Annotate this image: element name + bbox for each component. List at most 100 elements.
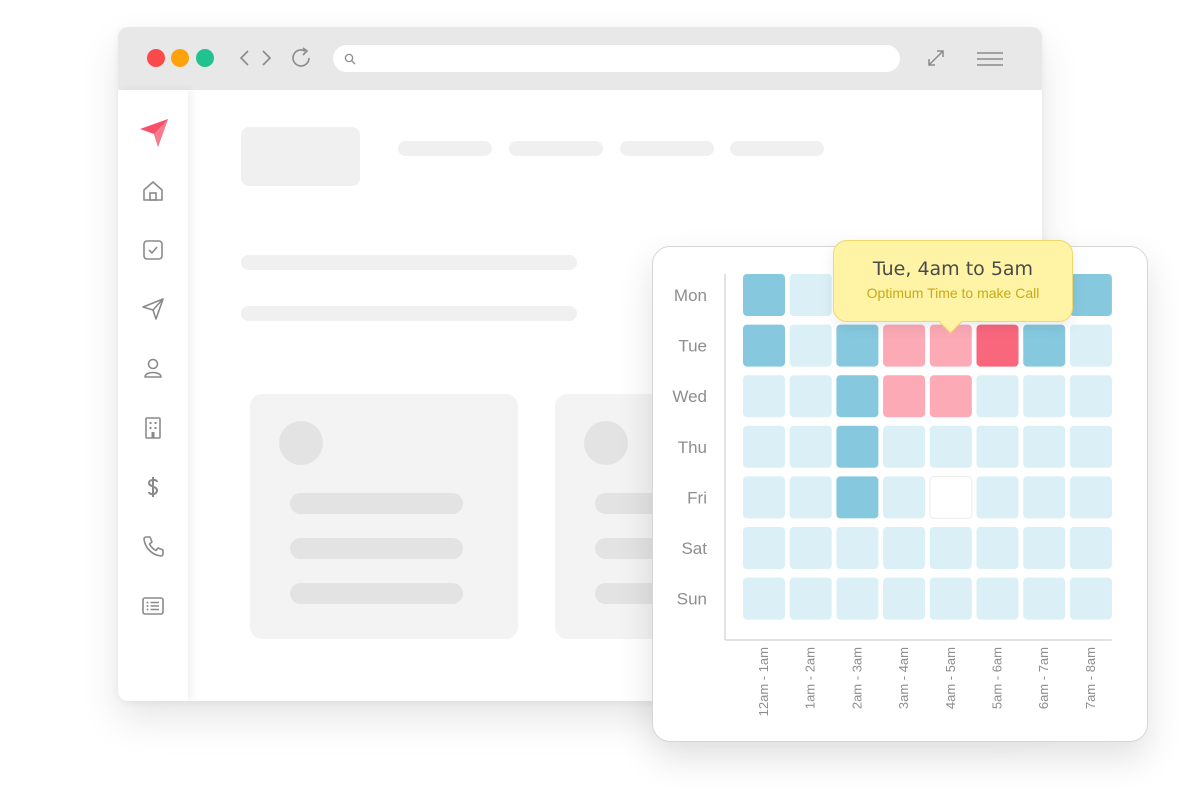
- column-label: 2am - 3am: [849, 647, 864, 709]
- line-placeholder: [290, 583, 463, 604]
- heatmap-cell[interactable]: [883, 476, 926, 519]
- heatmap-cell[interactable]: [1023, 375, 1066, 418]
- reload-icon[interactable]: [290, 47, 314, 69]
- search-icon: [344, 53, 356, 65]
- heatmap-cell[interactable]: [789, 527, 832, 569]
- heatmap-cell[interactable]: [883, 324, 926, 367]
- phone-icon[interactable]: [140, 533, 166, 559]
- tooltip-title: Tue, 4am to 5am: [872, 258, 1034, 280]
- heatmap-cell[interactable]: [789, 425, 832, 468]
- heatmap-cell[interactable]: [743, 425, 785, 468]
- heatmap-cell[interactable]: [1069, 274, 1112, 316]
- heatmap-cell[interactable]: [976, 425, 1019, 468]
- heatmap-cell[interactable]: [836, 527, 879, 569]
- column-label: 6am - 7am: [1036, 647, 1051, 709]
- heatmap-cell[interactable]: [743, 476, 785, 519]
- heatmap-cell[interactable]: [883, 425, 926, 468]
- row-label-mon: Mon: [674, 286, 707, 305]
- chevron-right-icon[interactable]: [259, 49, 273, 67]
- row-label-fri: Fri: [687, 488, 707, 507]
- heatmap-cell[interactable]: [1069, 425, 1112, 468]
- text-placeholder: [241, 306, 577, 321]
- heatmap-cell[interactable]: [1069, 577, 1112, 620]
- heatmap-cell[interactable]: [789, 274, 832, 316]
- row-label-sat: Sat: [681, 539, 707, 558]
- sidebar: [118, 90, 188, 701]
- heatmap-cell[interactable]: [743, 577, 785, 620]
- column-label: 5am - 6am: [990, 647, 1005, 709]
- heatmap-cell[interactable]: [836, 476, 879, 519]
- avatar-placeholder: [584, 421, 628, 465]
- heatmap-cell[interactable]: [1069, 324, 1112, 367]
- line-placeholder: [290, 493, 463, 514]
- dollar-icon[interactable]: [140, 474, 166, 500]
- heatmap-cell[interactable]: [1023, 527, 1066, 569]
- heatmap-cell[interactable]: [883, 375, 926, 418]
- expand-icon[interactable]: [926, 48, 946, 68]
- logo-icon[interactable]: [138, 117, 170, 149]
- tooltip-subtitle: Optimum Time to make Call: [866, 285, 1040, 301]
- window-maximize-button[interactable]: [196, 49, 214, 67]
- building-icon[interactable]: [140, 415, 166, 441]
- heatmap-cell[interactable]: [1023, 324, 1066, 367]
- row-label-tue: Tue: [678, 337, 707, 356]
- row-label-sun: Sun: [677, 590, 707, 609]
- list-icon[interactable]: [140, 593, 166, 619]
- home-icon[interactable]: [140, 178, 166, 204]
- heatmap-cell[interactable]: [1023, 577, 1066, 620]
- heatmap-cell[interactable]: [789, 324, 832, 367]
- heatmap-cell[interactable]: [743, 375, 785, 418]
- heatmap-cell[interactable]: [1069, 527, 1112, 569]
- heatmap-cell[interactable]: [836, 577, 879, 620]
- column-label: 12am - 1am: [756, 647, 771, 716]
- address-bar[interactable]: [333, 45, 900, 72]
- heatmap-cell[interactable]: [743, 274, 785, 316]
- line-placeholder: [290, 538, 463, 559]
- send-icon[interactable]: [140, 296, 166, 322]
- heatmap-cell[interactable]: [883, 527, 926, 569]
- heatmap-cell[interactable]: [836, 425, 879, 468]
- heatmap-cell[interactable]: [743, 324, 785, 367]
- user-icon[interactable]: [140, 355, 166, 381]
- nav-placeholder: [620, 141, 714, 156]
- row-label-wed: Wed: [672, 387, 707, 406]
- heatmap-cell[interactable]: [929, 577, 972, 620]
- heatmap-cell[interactable]: [976, 577, 1019, 620]
- heatmap-cell[interactable]: [929, 475, 973, 519]
- heatmap-cell[interactable]: [789, 476, 832, 519]
- heatmap-cell[interactable]: [929, 425, 972, 468]
- heatmap-cell[interactable]: [836, 324, 879, 367]
- heatmap-cell[interactable]: [1069, 476, 1112, 519]
- nav-placeholder: [730, 141, 824, 156]
- heatmap-cell[interactable]: [1069, 375, 1112, 418]
- window-close-button[interactable]: [147, 49, 165, 67]
- heatmap-cell[interactable]: [883, 577, 926, 620]
- nav-placeholder: [398, 141, 492, 156]
- text-placeholder: [241, 255, 577, 270]
- heatmap-tooltip: Tue, 4am to 5am Optimum Time to make Cal…: [833, 240, 1073, 322]
- nav-placeholder: [509, 141, 603, 156]
- heatmap-cell[interactable]: [976, 476, 1019, 519]
- browser-toolbar: [118, 27, 1042, 90]
- heatmap-cell[interactable]: [1023, 476, 1066, 519]
- heatmap-cell[interactable]: [976, 527, 1019, 569]
- heatmap-cell[interactable]: [743, 527, 785, 569]
- heatmap-cell[interactable]: [929, 527, 972, 569]
- heatmap-cell[interactable]: [789, 375, 832, 418]
- heatmap-cell[interactable]: [789, 577, 832, 620]
- content-card-placeholder: [250, 394, 518, 639]
- heatmap-cell[interactable]: [976, 375, 1019, 418]
- column-label: 4am - 5am: [943, 647, 958, 709]
- heatmap-cell[interactable]: [929, 375, 972, 418]
- row-label-thu: Thu: [678, 438, 707, 457]
- column-label: 3am - 4am: [896, 647, 911, 709]
- heatmap-cell[interactable]: [976, 324, 1019, 367]
- column-label: 7am - 8am: [1083, 647, 1098, 709]
- menu-icon[interactable]: [977, 51, 1003, 67]
- heatmap-cell[interactable]: [1023, 425, 1066, 468]
- tasks-icon[interactable]: [140, 237, 166, 263]
- heatmap-cell[interactable]: [836, 375, 879, 418]
- chevron-left-icon[interactable]: [238, 49, 252, 67]
- avatar-placeholder: [279, 421, 323, 465]
- window-minimize-button[interactable]: [171, 49, 189, 67]
